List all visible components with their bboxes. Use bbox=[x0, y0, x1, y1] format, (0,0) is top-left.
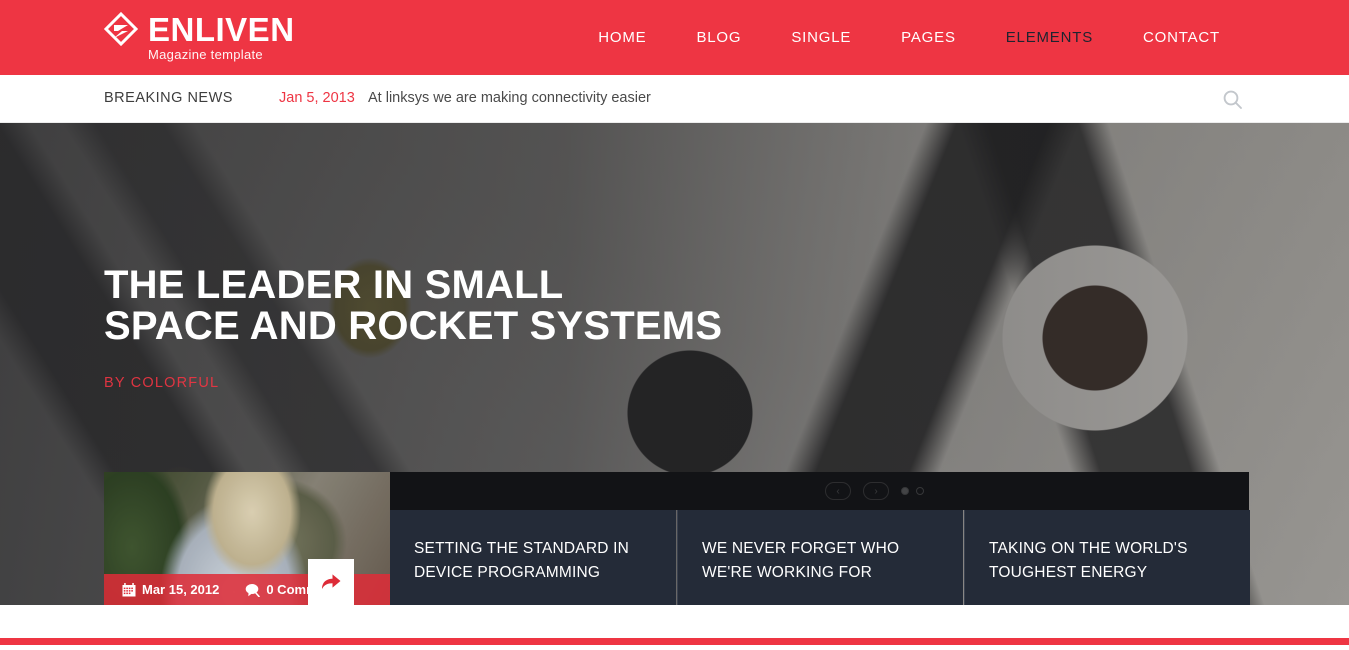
slider-control-strip: ‹ › bbox=[390, 472, 1249, 510]
slider-dot-2[interactable] bbox=[916, 487, 924, 495]
featured-card-title: TAKING ON THE WORLD'S TOUGHEST ENERGY bbox=[989, 540, 1188, 581]
post-date-label: Mar 15, 2012 bbox=[142, 582, 220, 597]
hero-title-line-2: SPACE AND ROCKET SYSTEMS bbox=[104, 304, 723, 348]
logo-tagline: Magazine template bbox=[148, 47, 263, 62]
hero-title: THE LEADER IN SMALL SPACE AND ROCKET SYS… bbox=[104, 265, 722, 347]
calendar-icon bbox=[122, 582, 136, 596]
nav-item-home[interactable]: HOME bbox=[573, 0, 671, 75]
search-icon bbox=[1223, 90, 1242, 109]
logo-name: ENLIVEN bbox=[148, 11, 295, 48]
slider-pagination bbox=[901, 487, 924, 495]
featured-thumbnail-card[interactable]: Mar 15, 2012 0 Comments bbox=[104, 472, 390, 605]
hero-title-line-1: THE LEADER IN SMALL bbox=[104, 263, 564, 307]
featured-card[interactable]: WE NEVER FORGET WHO WE'RE WORKING FOR bbox=[677, 510, 963, 605]
breaking-news-date: Jan 5, 2013 bbox=[279, 90, 355, 106]
footer-accent-rule bbox=[0, 638, 1349, 645]
breaking-news-label: BREAKING NEWS bbox=[104, 90, 233, 106]
diamond-bolt-logo-icon bbox=[104, 12, 138, 47]
share-button[interactable] bbox=[308, 559, 354, 605]
slider-next-button[interactable]: › bbox=[863, 482, 889, 500]
site-logo[interactable]: ENLIVEN Magazine template bbox=[104, 12, 295, 62]
featured-card-title: SETTING THE STANDARD IN DEVICE PROGRAMMI… bbox=[414, 540, 630, 581]
slider-prev-button[interactable]: ‹ bbox=[825, 482, 851, 500]
footer-spacer bbox=[0, 605, 1349, 638]
nav-item-contact[interactable]: CONTACT bbox=[1118, 0, 1245, 75]
hero-content: THE LEADER IN SMALL SPACE AND ROCKET SYS… bbox=[104, 265, 722, 392]
slider-controls: ‹ › bbox=[825, 482, 924, 500]
search-button[interactable] bbox=[1222, 89, 1244, 111]
slider-dot-1[interactable] bbox=[901, 487, 909, 495]
featured-card-title: WE NEVER FORGET WHO WE'RE WORKING FOR bbox=[702, 540, 900, 581]
nav-item-single[interactable]: SINGLE bbox=[766, 0, 876, 75]
nav-item-elements[interactable]: ELEMENTS bbox=[981, 0, 1118, 75]
breaking-news-headline[interactable]: At linksys we are making connectivity ea… bbox=[368, 90, 651, 106]
nav-item-blog[interactable]: BLOG bbox=[671, 0, 766, 75]
hero-byline[interactable]: BY COLORFUL bbox=[104, 375, 722, 391]
nav-item-pages[interactable]: PAGES bbox=[876, 0, 981, 75]
comment-icon bbox=[246, 583, 261, 597]
featured-card[interactable]: TAKING ON THE WORLD'S TOUGHEST ENERGY bbox=[964, 510, 1250, 605]
share-arrow-icon bbox=[322, 574, 341, 589]
post-date: Mar 15, 2012 bbox=[122, 582, 219, 597]
main-navigation: HOME BLOG SINGLE PAGES ELEMENTS CONTACT bbox=[573, 0, 1245, 75]
featured-card[interactable]: SETTING THE STANDARD IN DEVICE PROGRAMMI… bbox=[390, 510, 676, 605]
site-header: ENLIVEN Magazine template HOME BLOG SING… bbox=[0, 0, 1349, 75]
breaking-news-bar: BREAKING NEWS Jan 5, 2013 At linksys we … bbox=[0, 75, 1349, 123]
footer-bottom-spacer bbox=[0, 645, 1349, 650]
